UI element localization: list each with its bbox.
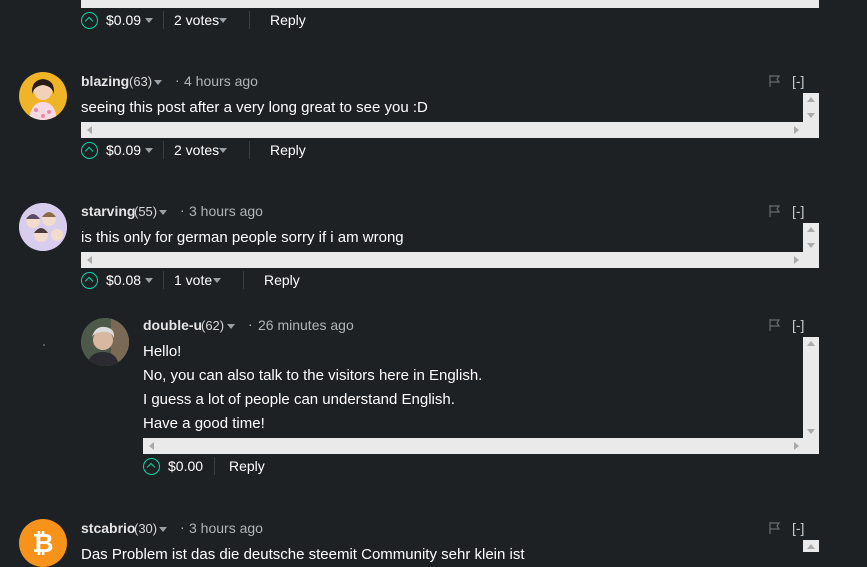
chevron-down-icon[interactable] bbox=[159, 527, 167, 532]
timestamp[interactable]: 3 hours ago bbox=[189, 520, 263, 536]
divider bbox=[163, 271, 164, 289]
upvote-icon[interactable] bbox=[81, 272, 98, 289]
chevron-down-icon[interactable] bbox=[227, 324, 235, 329]
comment-line: Have a good time! bbox=[143, 415, 265, 432]
horizontal-scrollbar[interactable] bbox=[81, 122, 819, 138]
divider bbox=[249, 141, 250, 159]
votes-count[interactable]: 2 votes bbox=[174, 142, 219, 158]
collapse-button[interactable]: [-] bbox=[792, 203, 804, 219]
timestamp[interactable]: 4 hours ago bbox=[184, 73, 258, 89]
comment-line: is this only for german people sorry if … bbox=[81, 229, 404, 246]
top-comment-scrollbar[interactable] bbox=[81, 0, 819, 8]
avatar[interactable] bbox=[81, 318, 129, 366]
payout-value[interactable]: $0.09 bbox=[106, 12, 141, 28]
collapse-button[interactable]: [-] bbox=[792, 317, 804, 333]
timestamp[interactable]: 3 hours ago bbox=[189, 203, 263, 219]
comment-body: seeing this post after a very long great… bbox=[81, 96, 796, 120]
payout-value[interactable]: $0.00 bbox=[168, 458, 203, 474]
timestamp-dot: · bbox=[248, 316, 253, 332]
avatar[interactable] bbox=[19, 72, 67, 120]
timestamp-dot: · bbox=[180, 519, 185, 535]
reputation: (63) bbox=[129, 74, 153, 89]
chevron-down-icon[interactable] bbox=[145, 18, 153, 23]
horizontal-scrollbar[interactable] bbox=[81, 252, 819, 268]
flag-icon[interactable] bbox=[769, 319, 781, 331]
username[interactable]: blazing bbox=[81, 73, 129, 89]
flag-icon[interactable] bbox=[769, 205, 781, 217]
bitcoin-icon: ₿ bbox=[32, 528, 53, 558]
username[interactable]: stcabrio bbox=[81, 520, 135, 536]
timestamp-dot: · bbox=[175, 72, 180, 88]
comment-line: Hello! bbox=[143, 343, 182, 360]
chevron-down-icon[interactable] bbox=[213, 278, 221, 283]
chevron-down-icon[interactable] bbox=[219, 18, 227, 23]
vertical-scrollbar[interactable] bbox=[803, 337, 819, 438]
divider bbox=[249, 11, 250, 29]
vertical-scrollbar[interactable] bbox=[803, 223, 819, 252]
collapse-button[interactable]: [-] bbox=[792, 520, 804, 536]
avatar[interactable] bbox=[19, 203, 67, 251]
chevron-down-icon[interactable] bbox=[219, 148, 227, 153]
thread-dot bbox=[43, 344, 45, 346]
reputation: (30) bbox=[134, 521, 158, 536]
comment-line: Das Problem ist das die deutsche steemit… bbox=[81, 546, 525, 563]
reputation: (55) bbox=[134, 204, 158, 219]
vertical-scrollbar[interactable] bbox=[803, 0, 819, 8]
avatar-image bbox=[29, 79, 57, 120]
comment-line: No, you can also talk to the visitors he… bbox=[143, 367, 483, 384]
chevron-down-icon[interactable] bbox=[154, 80, 162, 85]
divider bbox=[163, 11, 164, 29]
horizontal-scrollbar[interactable] bbox=[143, 438, 819, 454]
comment-line: I guess a lot of people can understand E… bbox=[143, 391, 455, 408]
chevron-down-icon[interactable] bbox=[145, 278, 153, 283]
timestamp-dot: · bbox=[180, 202, 185, 218]
payout-value[interactable]: $0.08 bbox=[106, 272, 141, 288]
upvote-icon[interactable] bbox=[81, 12, 98, 29]
username[interactable]: double-u bbox=[143, 317, 202, 333]
comment-line: seeing this post after a very long great… bbox=[81, 99, 428, 116]
divider bbox=[243, 271, 244, 289]
chevron-down-icon[interactable] bbox=[145, 148, 153, 153]
comment-body: Das Problem ist das die deutsche steemit… bbox=[81, 543, 796, 567]
votes-count[interactable]: 2 votes bbox=[174, 12, 219, 28]
avatar-image bbox=[19, 203, 67, 251]
divider bbox=[163, 141, 164, 159]
comment-body: Hello! No, you can also talk to the visi… bbox=[143, 340, 798, 436]
upvote-icon[interactable] bbox=[81, 142, 98, 159]
upvote-icon[interactable] bbox=[143, 458, 160, 475]
reply-button[interactable]: Reply bbox=[229, 458, 265, 474]
timestamp[interactable]: 26 minutes ago bbox=[258, 317, 354, 333]
votes-count[interactable]: 1 vote bbox=[174, 272, 212, 288]
avatar-image bbox=[81, 318, 129, 366]
reputation: (62) bbox=[201, 318, 225, 333]
reply-button[interactable]: Reply bbox=[270, 142, 306, 158]
flag-icon[interactable] bbox=[769, 75, 781, 87]
vertical-scrollbar[interactable] bbox=[803, 93, 819, 122]
collapse-button[interactable]: [-] bbox=[792, 73, 804, 89]
username[interactable]: starving bbox=[81, 203, 135, 219]
vertical-scrollbar[interactable] bbox=[803, 540, 819, 552]
payout-value[interactable]: $0.09 bbox=[106, 142, 141, 158]
avatar[interactable]: ₿ bbox=[19, 519, 67, 567]
svg-text:₿: ₿ bbox=[32, 528, 53, 558]
reply-button[interactable]: Reply bbox=[270, 12, 306, 28]
reply-button[interactable]: Reply bbox=[264, 272, 300, 288]
chevron-down-icon[interactable] bbox=[159, 210, 167, 215]
flag-icon[interactable] bbox=[769, 522, 781, 534]
divider bbox=[214, 457, 215, 475]
comment-body: is this only for german people sorry if … bbox=[81, 226, 796, 250]
